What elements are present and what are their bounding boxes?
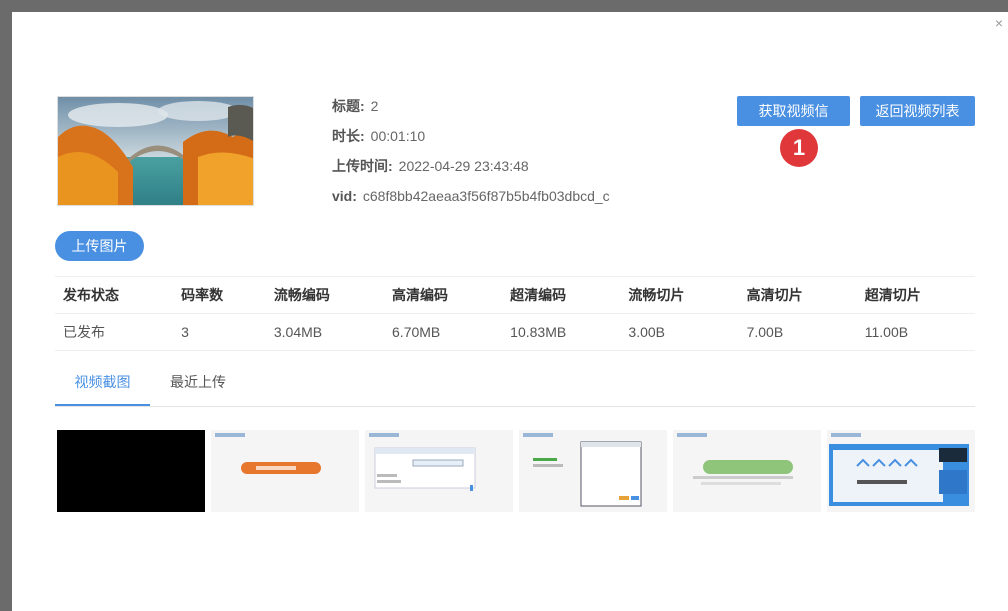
- media-tabs: 视频截图 最近上传: [55, 366, 975, 407]
- table-header-cell: 超清编码: [502, 276, 621, 314]
- table-cell: 10.83MB: [502, 313, 621, 351]
- tab-recent-uploads[interactable]: 最近上传: [170, 366, 226, 406]
- upload-time-value: 2022-04-29 23:43:48: [398, 158, 529, 174]
- encoding-table: 发布状态 码率数 流畅编码 高清编码 超清编码 流畅切片 高清切片 超清切片 已…: [55, 276, 975, 351]
- table-header-cell: 发布状态: [55, 276, 174, 314]
- vid-value: c68f8bb42aeaa3f56f87b5b4fb03dbcd_c: [362, 188, 610, 204]
- upload-image-button[interactable]: 上传图片: [55, 231, 144, 261]
- table-cell: 11.00B: [856, 313, 975, 351]
- window-frame-left: [0, 0, 12, 611]
- table-row: 已发布 3 3.04MB 6.70MB 10.83MB 3.00B 7.00B …: [55, 313, 975, 351]
- screenshot-thumbnail[interactable]: [519, 430, 667, 512]
- table-header-cell: 超清切片: [856, 276, 975, 314]
- screenshot-thumbnail[interactable]: [827, 430, 975, 512]
- duration-value: 00:01:10: [370, 128, 426, 144]
- table-cell: 3.00B: [620, 313, 739, 351]
- video-info: 标题: 2 时长: 00:01:10 上传时间: 2022-04-29 23:4…: [332, 96, 610, 216]
- table-header-row: 发布状态 码率数 流畅编码 高清编码 超清编码 流畅切片 高清切片 超清切片: [55, 276, 975, 314]
- title-label: 标题:: [332, 98, 365, 114]
- table-cell: 6.70MB: [384, 313, 503, 351]
- upload-time-row: 上传时间: 2022-04-29 23:43:48: [332, 156, 610, 186]
- screenshot-thumbnail[interactable]: [673, 430, 821, 512]
- duration-label: 时长:: [332, 128, 365, 144]
- screenshot-thumbnail[interactable]: [211, 430, 359, 512]
- table-header-cell: 流畅编码: [265, 276, 385, 314]
- title-row: 标题: 2: [332, 96, 610, 126]
- step-badge: 1: [780, 129, 818, 167]
- duration-row: 时长: 00:01:10: [332, 126, 610, 156]
- screenshot-thumbnail[interactable]: [365, 430, 513, 512]
- back-to-video-list-button[interactable]: 返回视频列表: [860, 96, 975, 126]
- table-header-cell: 高清编码: [384, 276, 503, 314]
- upload-time-label: 上传时间:: [332, 158, 393, 174]
- table-cell: 已发布: [55, 313, 174, 351]
- vid-row: vid: c68f8bb42aeaa3f56f87b5b4fb03dbcd_c: [332, 186, 610, 216]
- screenshot-thumbnail[interactable]: [57, 430, 205, 512]
- table-header-cell: 流畅切片: [620, 276, 739, 314]
- title-value: 2: [370, 98, 379, 114]
- close-icon[interactable]: ×: [992, 16, 1006, 30]
- table-cell: 3.04MB: [265, 313, 385, 351]
- table-header-cell: 码率数: [173, 276, 266, 314]
- tab-video-screenshots[interactable]: 视频截图: [55, 366, 150, 406]
- video-thumbnail: [57, 96, 254, 206]
- window-frame-top: [0, 0, 1008, 12]
- table-header-cell: 高清切片: [738, 276, 857, 314]
- get-video-info-button[interactable]: 获取视频信息: [737, 96, 850, 149]
- vid-label: vid:: [332, 188, 357, 204]
- table-cell: 7.00B: [738, 313, 857, 351]
- table-cell: 3: [173, 313, 266, 351]
